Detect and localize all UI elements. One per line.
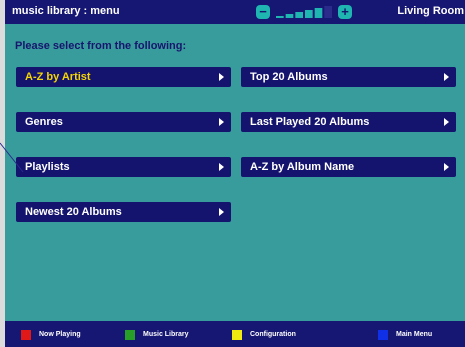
title-bar: music library : menu − + Living Room (5, 0, 465, 24)
menu-newest-20-albums-button[interactable]: Newest 20 Albums (16, 202, 231, 222)
volume-up-button[interactable]: + (338, 5, 352, 19)
volume-level-icon (276, 6, 332, 18)
blue-key-icon (378, 330, 388, 340)
main-content: Please select from the following: A-Z by… (5, 24, 465, 321)
menu-genres-button[interactable]: Genres (16, 112, 231, 132)
arrow-right-icon (444, 163, 449, 171)
now-playing-label: Now Playing (39, 331, 81, 338)
volume-bar (324, 6, 332, 18)
volume-bar (276, 16, 284, 18)
volume-control: − + (256, 5, 354, 19)
menu-top-20-albums-button[interactable]: Top 20 Albums (241, 67, 456, 87)
prompt-text: Please select from the following: (15, 40, 187, 52)
menu-label: A-Z by Artist (25, 71, 91, 83)
arrow-right-icon (219, 163, 224, 171)
app-frame: music library : menu − + Living Room Ple… (5, 0, 465, 347)
arrow-right-icon (219, 73, 224, 81)
menu-a-z-by-album-name-button[interactable]: A-Z by Album Name (241, 157, 456, 177)
volume-bar (285, 14, 294, 18)
yellow-key-icon (232, 330, 242, 340)
volume-down-button[interactable]: − (256, 5, 270, 19)
arrow-right-icon (444, 118, 449, 126)
room-label: Living Room (397, 5, 464, 17)
menu-last-played-20-albums-button[interactable]: Last Played 20 Albums (241, 112, 456, 132)
menu-label: Top 20 Albums (250, 71, 328, 83)
menu-playlists-button[interactable]: Playlists (16, 157, 231, 177)
arrow-right-icon (219, 118, 224, 126)
arrow-right-icon (444, 73, 449, 81)
footer-bar: Now Playing Music Library Configuration … (5, 321, 465, 347)
menu-label: Genres (25, 116, 63, 128)
menu-a-z-by-artist-button[interactable]: A-Z by Artist (16, 67, 231, 87)
app-title: music library : menu (12, 5, 120, 17)
arrow-right-icon (219, 208, 224, 216)
menu-label: A-Z by Album Name (250, 161, 355, 173)
menu-label: Playlists (25, 161, 70, 173)
volume-bar (305, 10, 313, 18)
menu-label: Last Played 20 Albums (250, 116, 370, 128)
minus-icon: − (259, 4, 267, 19)
plus-icon: + (341, 4, 349, 19)
music-library-label: Music Library (143, 331, 189, 338)
volume-bar (295, 12, 303, 18)
menu-label: Newest 20 Albums (25, 206, 122, 218)
green-key-icon (125, 330, 135, 340)
main-menu-label: Main Menu (396, 331, 433, 338)
red-key-icon (21, 330, 31, 340)
volume-bar (314, 8, 323, 18)
configuration-label: Configuration (250, 331, 296, 338)
